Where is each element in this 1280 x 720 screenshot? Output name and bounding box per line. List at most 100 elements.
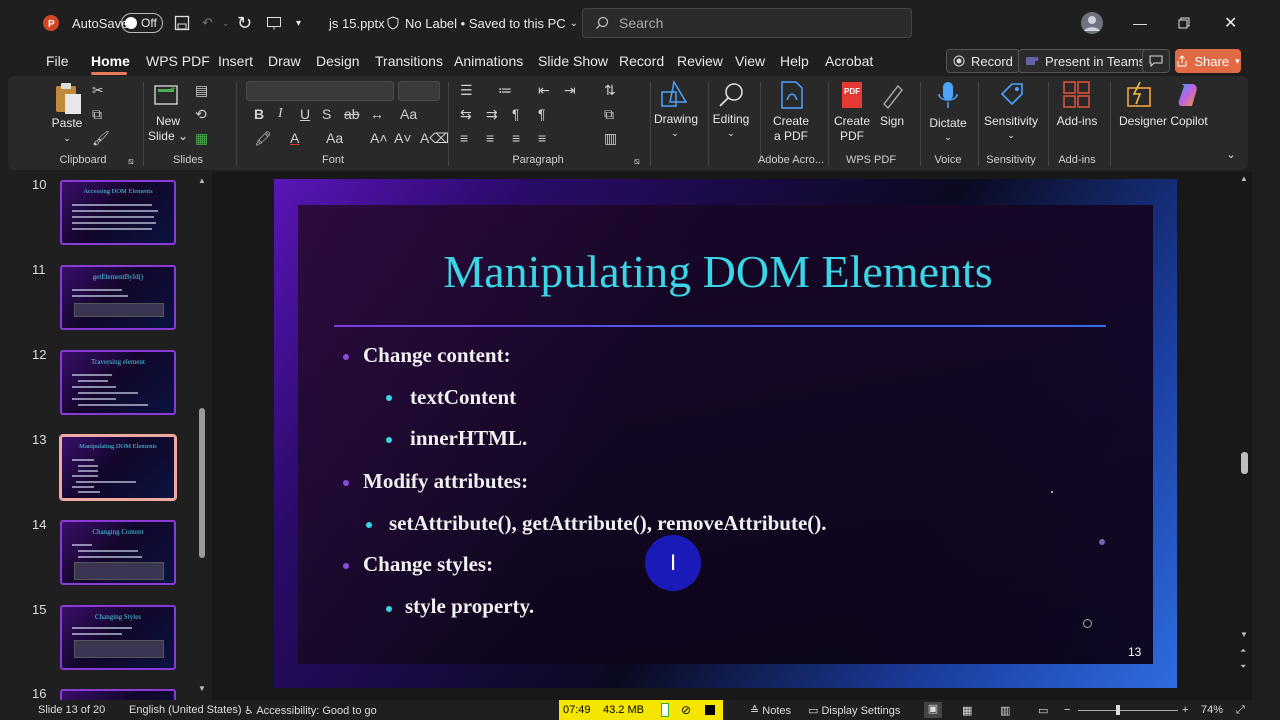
next-slide-icon[interactable]: ⏷ — [1240, 662, 1246, 672]
character-spacing-icon[interactable]: ↔ — [370, 106, 384, 122]
scrollbar-thumb[interactable] — [199, 408, 205, 558]
paragraph-launcher-icon[interactable]: ⧅ — [634, 156, 640, 167]
copy-icon[interactable]: ⧉ — [92, 106, 102, 123]
tab-help[interactable]: Help — [780, 53, 809, 69]
tab-home[interactable]: Home — [91, 53, 130, 69]
slide-count[interactable]: Slide 13 of 20 — [38, 704, 105, 716]
align-right-icon[interactable]: ≡ — [512, 130, 520, 146]
editing-dropdown-icon[interactable]: ⌄ — [724, 126, 738, 140]
tab-design[interactable]: Design — [316, 53, 360, 69]
columns-icon[interactable]: ▥ — [604, 130, 617, 147]
notes-button[interactable]: ≙ Notes — [750, 704, 791, 717]
sensitivity-icon[interactable] — [998, 80, 1026, 115]
minimize-icon[interactable]: — — [1133, 0, 1147, 46]
adobe-pdf-icon[interactable] — [778, 80, 806, 115]
shadow-icon[interactable]: S — [322, 106, 331, 122]
slide-thumbnail-16[interactable] — [60, 689, 176, 700]
strikethrough-icon[interactable]: ab — [344, 106, 360, 122]
tab-record[interactable]: Record — [619, 53, 664, 69]
previous-slide-icon[interactable]: ⏶ — [1240, 646, 1246, 656]
cut-icon[interactable]: ✂ — [92, 82, 104, 99]
fit-slide-icon[interactable]: ⤢ — [1236, 704, 1245, 717]
smartart-icon[interactable]: ⧉ — [604, 106, 614, 123]
create-pdf-label-1[interactable]: Create — [768, 114, 814, 128]
record-button[interactable]: Record — [946, 49, 1020, 73]
slide-sorter-icon[interactable]: ▦ — [962, 704, 972, 717]
align-left-icon[interactable]: ≡ — [460, 130, 468, 146]
share-button[interactable]: Share ▾ — [1175, 49, 1241, 73]
font-color-icon[interactable]: A — [290, 130, 299, 146]
tab-review[interactable]: Review — [677, 53, 723, 69]
justify-icon[interactable]: ≡ — [538, 130, 546, 146]
slide-thumbnail-15[interactable]: Changing Styles — [60, 605, 176, 670]
change-case-icon[interactable]: Aa — [400, 106, 417, 122]
zoom-level[interactable]: 74% — [1201, 704, 1223, 716]
drawing-dropdown-icon[interactable]: ⌄ — [668, 126, 682, 140]
scroll-up-icon[interactable]: ▲ — [198, 176, 206, 185]
accessibility-status[interactable]: ♿ Accessibility: Good to go — [244, 704, 377, 717]
wps-pdf-icon[interactable]: PDF — [838, 80, 866, 115]
font-size-toggle-icon[interactable]: Aa — [326, 130, 343, 146]
align-center-icon[interactable]: ≡ — [486, 130, 494, 146]
decrease-indent-icon[interactable]: ⇤ — [538, 82, 550, 99]
slide-title[interactable]: Manipulating DOM Elements — [298, 245, 1138, 298]
new-slide-label-2[interactable]: Slide ⌄ — [146, 129, 190, 143]
save-icon[interactable] — [174, 0, 190, 46]
underline-icon[interactable]: U — [300, 106, 310, 122]
paste-dropdown-icon[interactable]: ⌄ — [60, 131, 74, 145]
layout-icon[interactable]: ▤ — [195, 82, 208, 99]
bullet-modify-attributes[interactable]: Modify attributes: — [363, 469, 528, 494]
reading-view-icon[interactable]: ▥ — [1000, 704, 1010, 717]
font-name-combo[interactable] — [246, 81, 394, 101]
slide-scrollbar[interactable]: ▲ ▼ ⏶ ⏷ — [1238, 172, 1252, 700]
slide-thumbnail-11[interactable]: getElementById() — [60, 265, 176, 330]
tab-draw[interactable]: Draw — [268, 53, 301, 69]
slide-thumbnail-10[interactable]: Accessing DOM Elements — [60, 180, 176, 245]
reset-icon[interactable]: ⟲ — [195, 106, 207, 123]
search-box[interactable]: Search — [582, 8, 912, 38]
section-icon[interactable]: ▦ — [195, 130, 208, 147]
avatar[interactable] — [1080, 0, 1104, 46]
collapse-ribbon-icon[interactable]: ⌄ — [1224, 148, 1238, 162]
italic-icon[interactable]: I — [278, 106, 283, 122]
create-pdf-label-2[interactable]: a PDF — [768, 129, 814, 143]
customize-toolbar-icon[interactable]: ▾ — [296, 0, 301, 46]
undo-icon[interactable]: ↶ — [202, 0, 213, 46]
text-direction-icon[interactable]: ⇆ — [460, 106, 472, 123]
bullet-change-styles[interactable]: Change styles: — [363, 552, 493, 577]
paste-label[interactable]: Paste — [50, 116, 84, 130]
format-painter-icon[interactable]: 🖌 — [92, 130, 110, 147]
zoom-slider[interactable] — [1078, 705, 1178, 715]
sensitivity-dropdown-icon[interactable]: ⌄ — [1004, 128, 1018, 142]
clear-formatting-icon[interactable]: A⌫ — [420, 130, 449, 147]
undo-dropdown-icon[interactable]: ⌄ — [222, 0, 230, 46]
drawing-label[interactable]: Drawing — [650, 112, 702, 126]
slide-show-icon[interactable]: ▭ — [1038, 704, 1048, 717]
start-from-beginning-icon[interactable] — [266, 0, 282, 46]
tab-view[interactable]: View — [735, 53, 765, 69]
addins-icon[interactable] — [1062, 80, 1092, 115]
scroll-down-icon[interactable]: ▼ — [1240, 630, 1248, 639]
close-icon[interactable]: ✕ — [1224, 0, 1237, 46]
sign-icon[interactable] — [878, 80, 906, 115]
restore-icon[interactable] — [1178, 0, 1190, 46]
tab-transitions[interactable]: Transitions — [375, 53, 443, 69]
scroll-up-icon[interactable]: ▲ — [1240, 174, 1248, 183]
label-status[interactable]: No Label • Saved to this PC ⌄ — [405, 0, 578, 46]
editing-label[interactable]: Editing — [708, 112, 754, 126]
rtl-icon[interactable]: ¶ — [512, 106, 520, 122]
bullet-style-property[interactable]: style property. — [405, 594, 534, 619]
designer-label[interactable]: Designer — [1118, 114, 1168, 128]
editing-search-icon[interactable] — [716, 80, 746, 115]
scrollbar-thumb[interactable] — [1241, 452, 1248, 474]
comments-button[interactable] — [1142, 49, 1170, 73]
redo-icon[interactable]: ↻ — [237, 0, 252, 46]
bullets-icon[interactable]: ☰ — [460, 82, 473, 99]
align-text-icon[interactable]: ⇉ — [486, 106, 498, 123]
present-in-teams-button[interactable]: Present in Teams — [1018, 49, 1153, 73]
zoom-slider-thumb[interactable] — [1116, 705, 1120, 715]
display-settings-button[interactable]: ▭ Display Settings — [808, 704, 900, 717]
zoom-in-icon[interactable]: + — [1182, 704, 1188, 716]
tab-file[interactable]: File — [46, 53, 69, 69]
decrease-font-icon[interactable]: A˅ — [394, 130, 412, 146]
